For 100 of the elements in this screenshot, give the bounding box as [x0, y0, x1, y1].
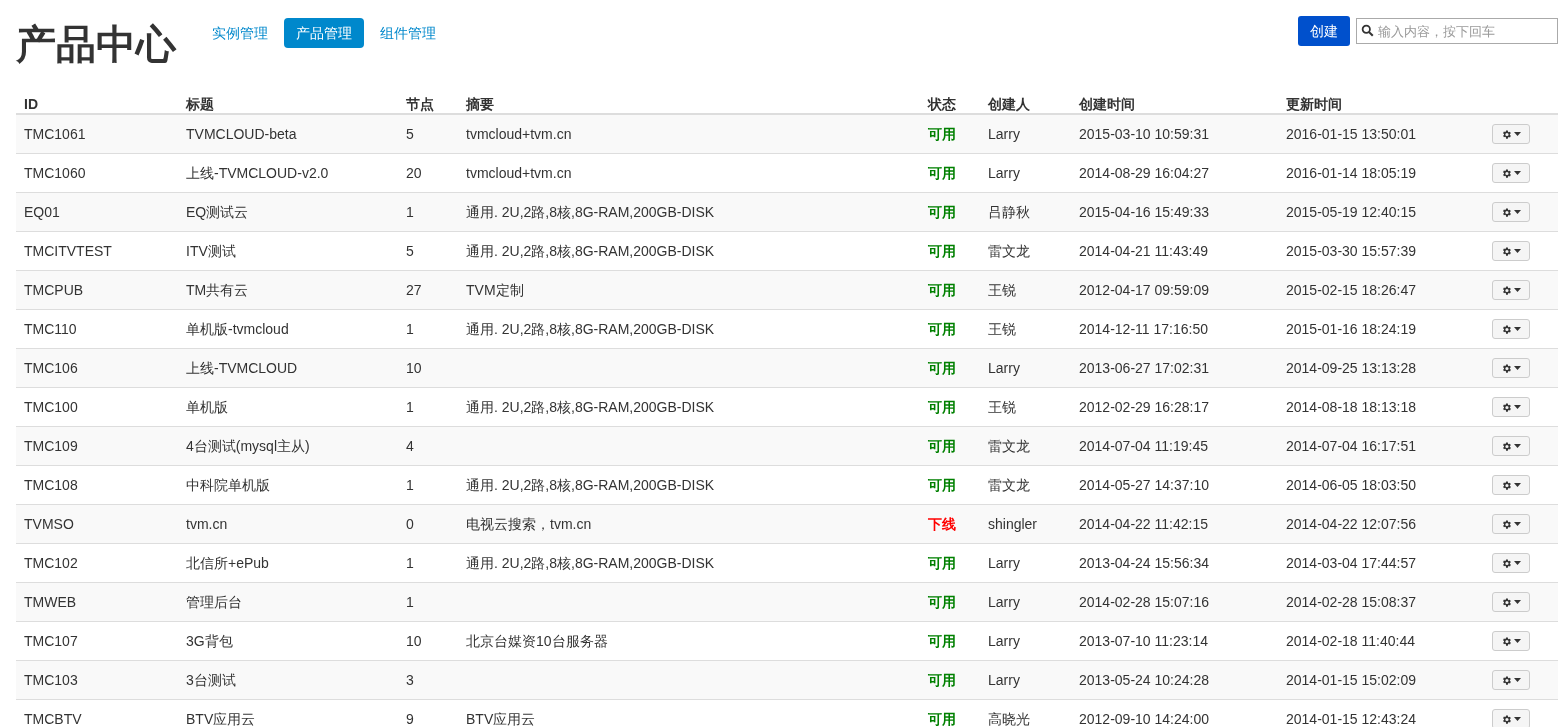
settings-icon [1501, 284, 1512, 296]
settings-dropdown-button[interactable] [1492, 280, 1530, 300]
table-cell: tvmcloud+tvm.cn [466, 164, 572, 181]
table-cell: 高晓光 [988, 710, 1030, 727]
settings-dropdown-button[interactable] [1492, 631, 1530, 651]
table-cell: 2012-02-29 16:28:17 [1079, 398, 1209, 415]
table-cell: 1 [406, 320, 414, 337]
search-field[interactable]: 输入内容，按下回车 [1356, 18, 1558, 44]
table-cell: 3 [406, 671, 414, 688]
table-cell: TMC109 [24, 437, 78, 454]
settings-icon [1501, 674, 1512, 686]
table-cell: 9 [406, 710, 414, 727]
settings-icon [1501, 401, 1512, 413]
caret-icon [1514, 600, 1521, 604]
table-cell: 通用. 2U,2路,8核,8G-RAM,200GB-DISK [466, 203, 715, 220]
table-cell: TVMCLOUD-beta [186, 125, 297, 142]
table-cell: 27 [406, 281, 422, 298]
table-cell: 1 [406, 593, 414, 610]
settings-icon [1501, 518, 1512, 530]
table-cell: shingler [988, 515, 1038, 532]
table-cell: 2014-08-18 18:13:18 [1286, 398, 1416, 415]
nav-tab[interactable]: 实例管理 [200, 18, 280, 48]
settings-dropdown-button[interactable] [1492, 319, 1530, 339]
table-cell: 2012-04-17 09:59:09 [1079, 281, 1209, 298]
settings-dropdown-button[interactable] [1492, 202, 1530, 222]
table-cell: 上线-TVMCLOUD [186, 359, 298, 376]
create-button[interactable]: 创建 [1298, 16, 1350, 46]
status-label: 可用 [928, 437, 956, 454]
status-label: 可用 [928, 242, 956, 259]
table-cell: EQ测试云 [186, 203, 249, 220]
caret-icon [1514, 327, 1521, 331]
settings-dropdown-button[interactable] [1492, 358, 1530, 378]
table-cell: TMC103 [24, 671, 78, 688]
nav-tab[interactable]: 产品管理 [284, 18, 364, 48]
settings-dropdown-button[interactable] [1492, 553, 1530, 573]
settings-icon [1501, 362, 1512, 374]
page-title: 产品中心 [16, 20, 176, 68]
table-cell: tvm.cn [186, 515, 228, 532]
status-label: 下线 [928, 515, 956, 532]
table-cell: 2014-06-05 18:03:50 [1286, 476, 1416, 493]
table-cell: 雷文龙 [988, 242, 1030, 259]
caret-icon [1514, 717, 1521, 721]
table-cell: 雷文龙 [988, 476, 1030, 493]
settings-dropdown-button[interactable] [1492, 241, 1530, 261]
table-cell: 通用. 2U,2路,8核,8G-RAM,200GB-DISK [466, 398, 715, 415]
table-cell: TMC1061 [24, 125, 86, 142]
table-cell: 管理后台 [186, 593, 242, 610]
nav-tab[interactable]: 组件管理 [368, 18, 448, 48]
table-cell: 2014-07-04 11:19:45 [1079, 437, 1208, 454]
settings-icon [1501, 167, 1512, 179]
status-label: 可用 [928, 671, 956, 688]
table-cell: 2012-09-10 14:24:00 [1079, 710, 1209, 727]
settings-icon [1501, 635, 1512, 647]
table-cell: 0 [406, 515, 414, 532]
status-label: 可用 [928, 359, 956, 376]
table-cell: TMC1060 [24, 164, 86, 181]
settings-dropdown-button[interactable] [1492, 514, 1530, 534]
caret-icon [1514, 288, 1521, 292]
settings-dropdown-button[interactable] [1492, 475, 1530, 495]
table-cell: 10 [406, 359, 422, 376]
column-header: 更新时间 [1286, 96, 1342, 112]
settings-icon [1501, 713, 1512, 725]
status-label: 可用 [928, 632, 956, 649]
table-cell: TMC102 [24, 554, 78, 571]
table-cell: BTV应用云 [186, 710, 256, 727]
table-cell: 1 [406, 203, 414, 220]
settings-dropdown-button[interactable] [1492, 397, 1530, 417]
table-cell: TVM定制 [466, 281, 524, 298]
table-cell: 2016-01-14 18:05:19 [1286, 164, 1416, 181]
caret-icon [1514, 483, 1521, 487]
settings-dropdown-button[interactable] [1492, 124, 1530, 144]
table-cell: 雷文龙 [988, 437, 1030, 454]
column-header: 标题 [186, 96, 214, 112]
caret-icon [1514, 561, 1521, 565]
table-cell: Larry [988, 593, 1020, 610]
settings-dropdown-button[interactable] [1492, 436, 1530, 456]
settings-dropdown-button[interactable] [1492, 670, 1530, 690]
column-header: 状态 [928, 96, 956, 112]
table-cell: BTV应用云 [466, 710, 536, 727]
table-cell: 2014-03-04 17:44:57 [1286, 554, 1416, 571]
table-cell: 王锐 [988, 320, 1016, 337]
settings-dropdown-button[interactable] [1492, 709, 1530, 727]
table-cell: 2016-01-15 13:50:01 [1286, 125, 1416, 142]
settings-dropdown-button[interactable] [1492, 163, 1530, 183]
settings-dropdown-button[interactable] [1492, 592, 1530, 612]
table-cell: 2013-06-27 17:02:31 [1079, 359, 1209, 376]
status-label: 可用 [928, 593, 956, 610]
caret-icon [1514, 171, 1521, 175]
table-cell: TM共有云 [186, 281, 249, 298]
table-cell: TMC107 [24, 632, 78, 649]
table-cell: 2013-07-10 11:23:14 [1079, 632, 1208, 649]
table-cell: 5 [406, 242, 414, 259]
caret-icon [1514, 444, 1521, 448]
column-header: 创建人 [988, 96, 1030, 112]
table-cell: Larry [988, 671, 1020, 688]
column-header: 节点 [406, 96, 434, 112]
table-cell: 1 [406, 554, 414, 571]
table-cell: TMCITVTEST [24, 242, 112, 259]
table-cell: 2014-09-25 13:13:28 [1286, 359, 1416, 376]
table-cell: 2014-08-29 16:04:27 [1079, 164, 1209, 181]
